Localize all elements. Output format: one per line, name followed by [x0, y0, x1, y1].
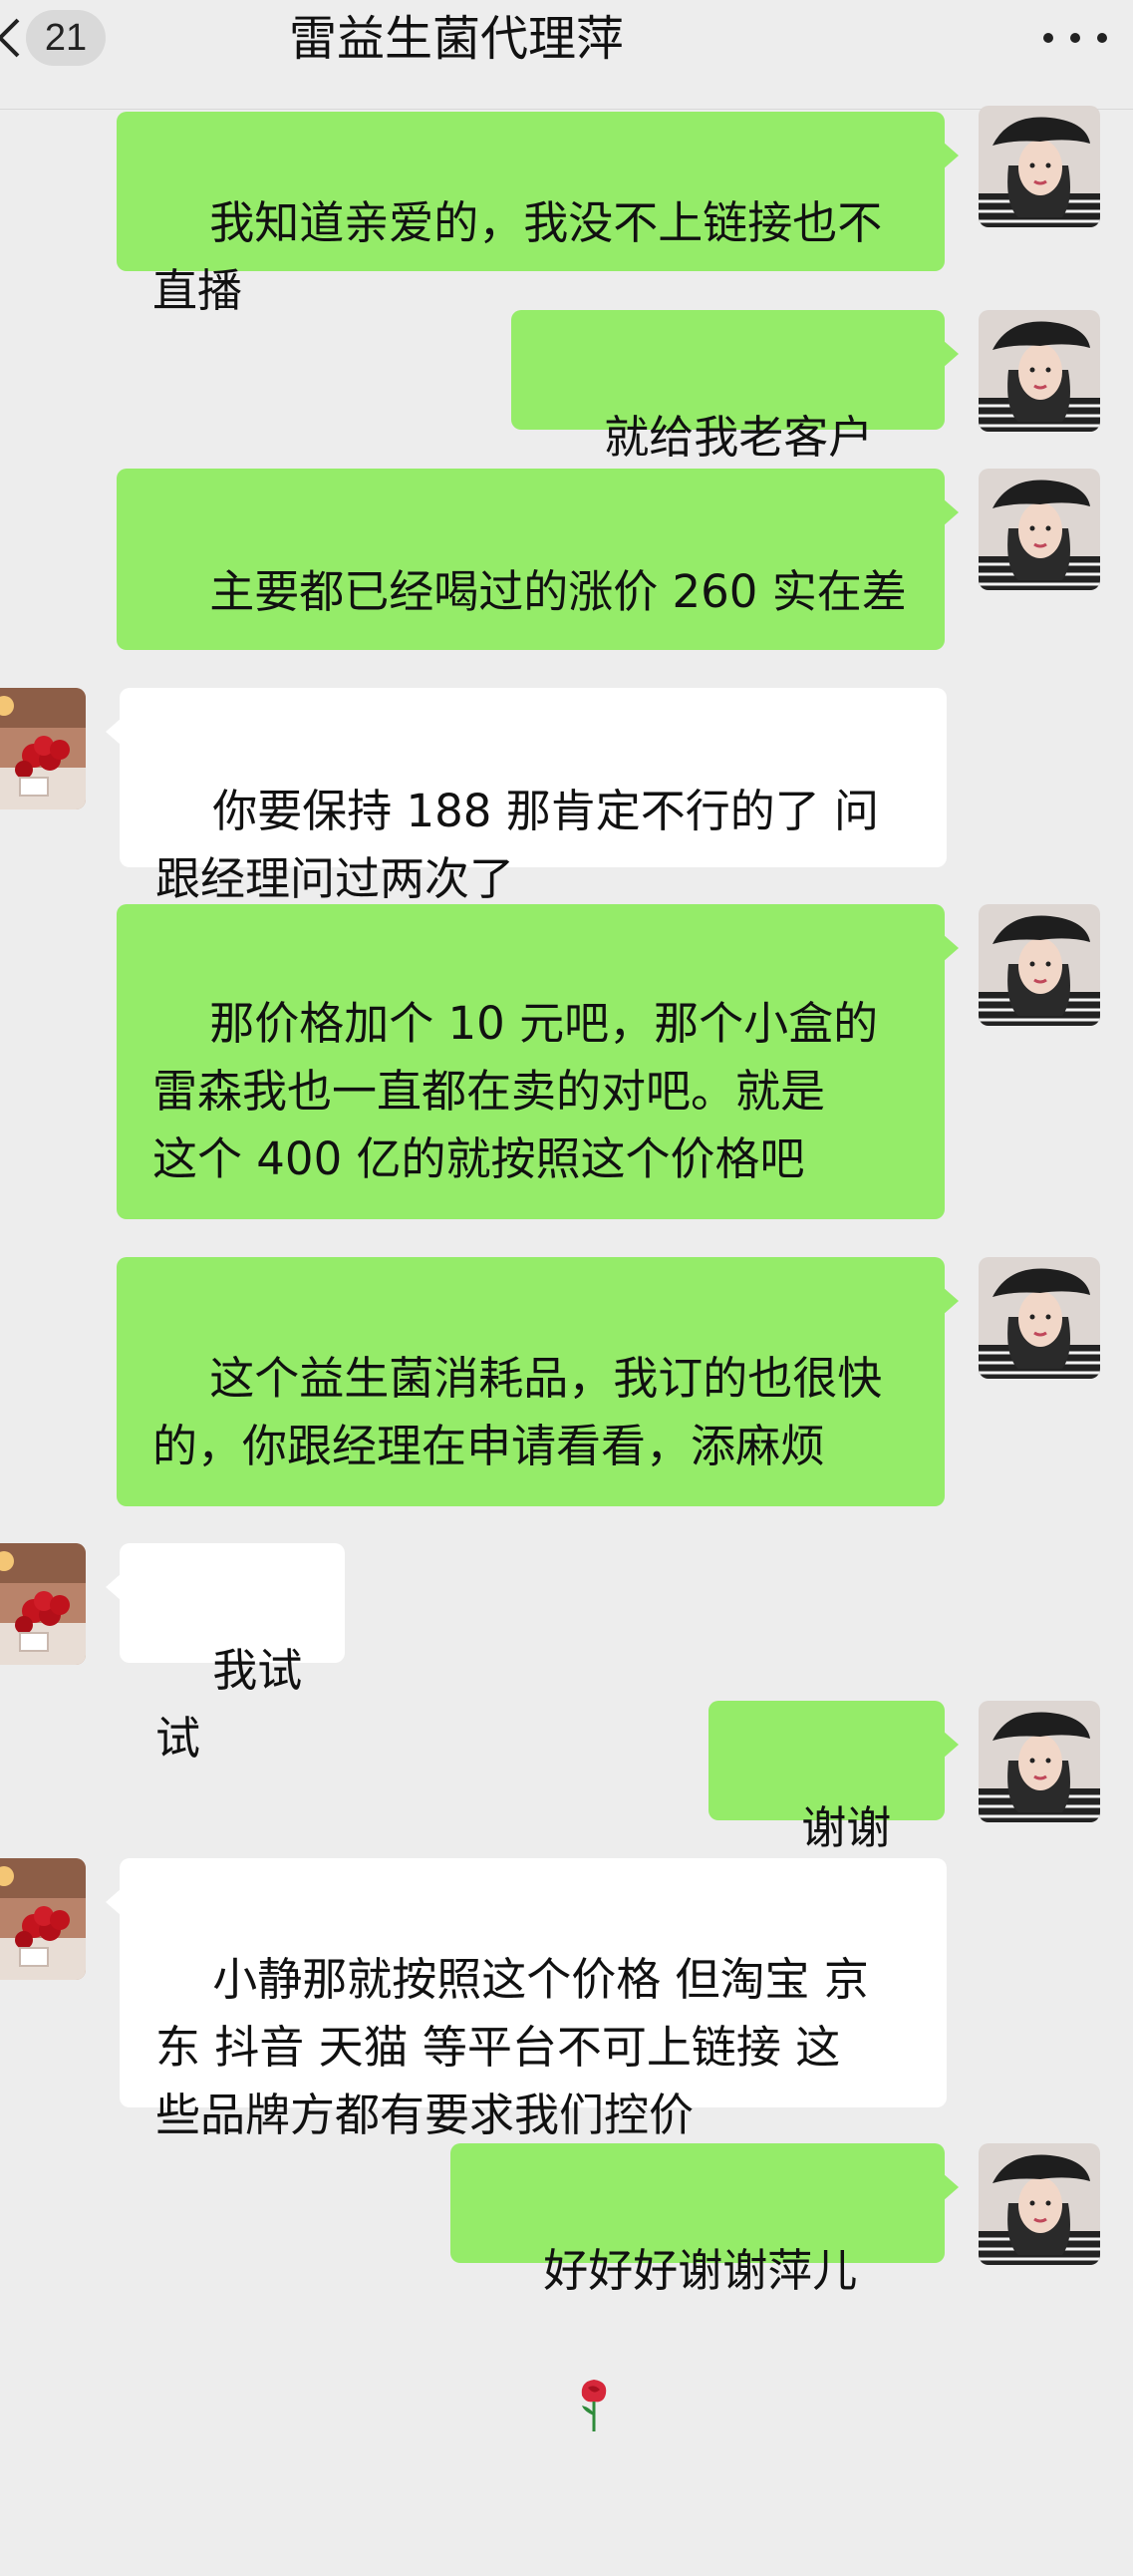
outgoing-message-bubble[interactable]: 主要都已经喝过的涨价 260 实在差 价太高 [117, 469, 959, 751]
self-avatar[interactable] [979, 310, 1100, 432]
outgoing-message-bubble[interactable]: 这个益生菌消耗品，我订的也很快 的，你跟经理在申请看看，添麻烦 啦 [117, 1257, 959, 1605]
incoming-message-bubble[interactable]: 我试试 [106, 1543, 345, 1765]
avatar-photo-icon [979, 469, 1100, 590]
avatar-photo-icon [979, 106, 1100, 227]
more-options-icon[interactable] [1043, 20, 1107, 56]
avatar-photo-icon [979, 2143, 1100, 2265]
rose-icon [486, 2305, 616, 2508]
avatar-photo-icon [0, 1858, 86, 1980]
self-avatar[interactable] [979, 106, 1100, 227]
outgoing-message-bubble[interactable]: 好好好谢谢萍儿 [450, 2143, 959, 2431]
message-text: 我试试 [155, 1644, 303, 1765]
chat-title: 雷益生菌代理萍 [288, 11, 624, 67]
contact-avatar[interactable] [0, 1858, 86, 1980]
unread-count-badge[interactable]: 21 [26, 10, 106, 66]
avatar-photo-icon [0, 688, 86, 809]
contact-avatar[interactable] [0, 688, 86, 809]
avatar-photo-icon [979, 904, 1100, 1026]
outgoing-message-bubble[interactable]: 谢谢 [708, 1701, 959, 1988]
incoming-message-bubble[interactable]: 你要保持 188 那肯定不行的了 问 跟经理问过两次了 [106, 688, 947, 905]
outgoing-message-bubble[interactable]: 那价格加个 10 元吧，那个小盒的 雷森我也一直都在卖的对吧。就是 这个 400… [117, 904, 959, 1314]
self-avatar[interactable] [979, 469, 1100, 590]
message-text: 我知道亲爱的，我没不上链接也不 直播 [152, 196, 883, 317]
chat-header: 21 雷益生菌代理萍 [0, 0, 1133, 110]
self-avatar[interactable] [979, 1257, 1100, 1379]
incoming-message-bubble[interactable]: 小静那就按照这个价格 但淘宝 京 东 抖音 天猫 等平台不可上链接 这 些品牌方… [106, 1858, 947, 2141]
back-icon[interactable] [0, 14, 24, 62]
outgoing-message-bubble[interactable]: 就给我老客户的 [511, 310, 959, 531]
avatar-photo-icon [979, 1257, 1100, 1379]
message-text: 那价格加个 10 元吧，那个小盒的 雷森我也一直都在卖的对吧。就是 这个 400… [152, 997, 879, 1185]
self-avatar[interactable] [979, 1701, 1100, 1822]
message-text: 好好好谢谢萍儿 [543, 2244, 858, 2297]
self-avatar[interactable] [979, 2143, 1100, 2265]
avatar-photo-icon [0, 1543, 86, 1665]
contact-avatar[interactable] [0, 1543, 86, 1665]
avatar-photo-icon [979, 310, 1100, 432]
avatar-photo-icon [979, 1701, 1100, 1822]
message-text: 谢谢 [801, 1801, 892, 1854]
outgoing-message-bubble[interactable]: 我知道亲爱的，我没不上链接也不 直播 [117, 112, 959, 317]
self-avatar[interactable] [979, 904, 1100, 1026]
message-text: 你要保持 188 那肯定不行的了 问 跟经理问过两次了 [155, 785, 880, 905]
